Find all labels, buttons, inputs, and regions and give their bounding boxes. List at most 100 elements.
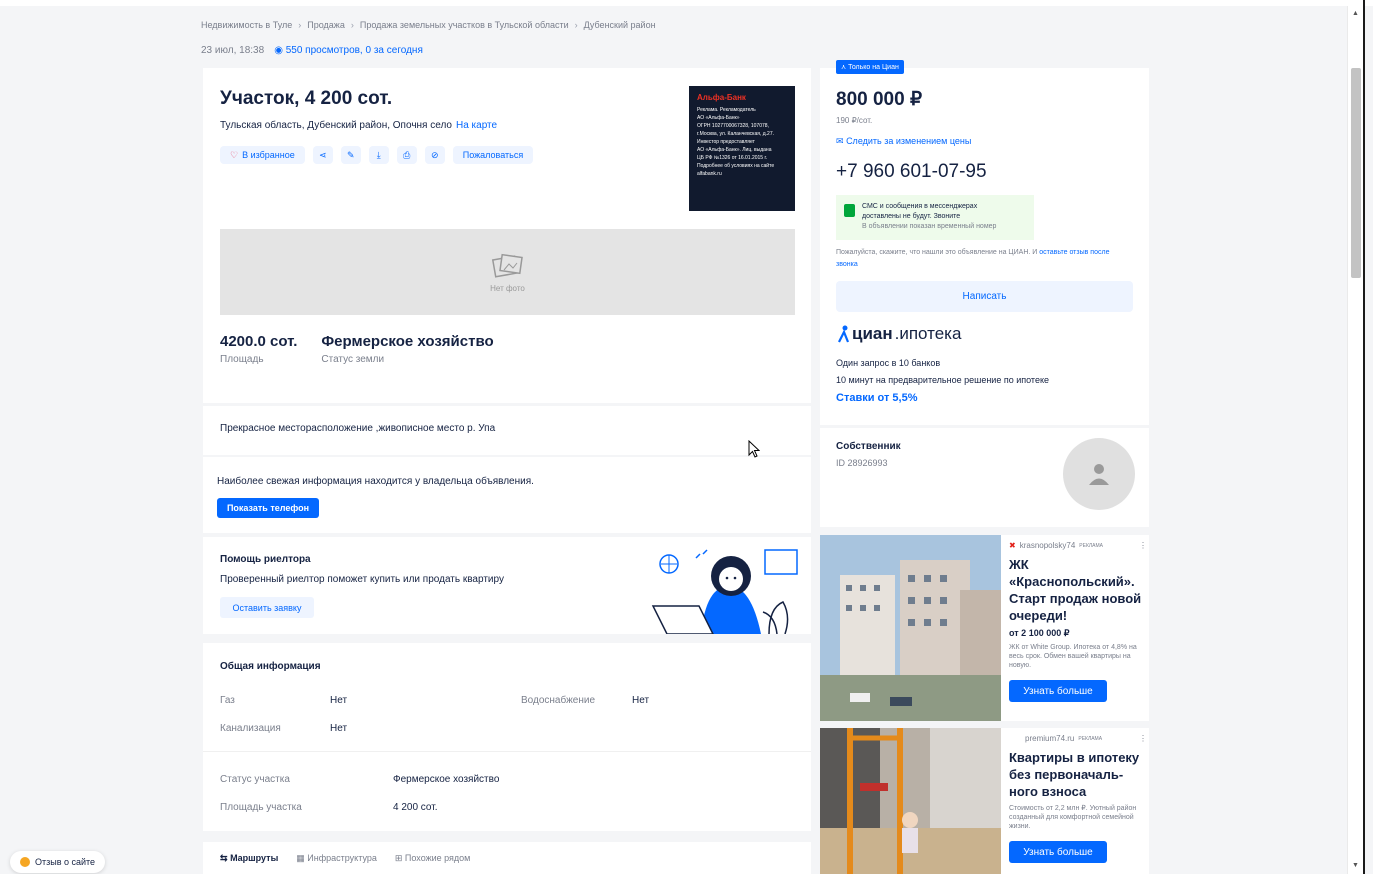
general-info-card: Общая информация Газ Нет Водоснабжение Н… — [203, 643, 811, 831]
ad-source: premium74.ru РЕКЛАМА ⋮ — [1009, 734, 1147, 743]
spec-item: Фермерское хозяйство Статус земли — [321, 333, 493, 365]
watch-price-link[interactable]: ✉ Следить за изменением цены — [836, 136, 971, 147]
no-photo-icon — [491, 253, 523, 278]
bank-ad-banner[interactable]: Альфа-Банк Реклама. Рекламодатель АО «Ал… — [689, 86, 795, 211]
spec-label: Статус земли — [321, 354, 385, 365]
ad-source-name: premium74.ru — [1025, 734, 1075, 743]
download-button[interactable]: ⤓ — [368, 146, 389, 164]
spec-list: 4200.0 сот. Площадь Фермерское хозяйство С… — [220, 333, 494, 365]
spec-item: 4200.0 сот. Площадь — [220, 333, 297, 365]
phone-number[interactable]: +7 960 601-07-95 — [836, 161, 987, 183]
breadcrumb-item[interactable]: Недвижимость в Туле — [201, 20, 292, 30]
water-label: Водоснабжение — [521, 695, 596, 706]
mortgage-rates-link[interactable]: Ставки от 5,5% — [836, 392, 918, 404]
owner-id: ID 28926993 — [836, 458, 888, 468]
no-photo-label: Нет фото — [490, 283, 525, 293]
contact-card: Наиболее свежая информация находится у в… — [203, 457, 811, 533]
gas-value: Нет — [330, 695, 348, 706]
hide-button[interactable]: ⊘ — [424, 146, 445, 164]
ad-tag: РЕКЛАМА — [1078, 735, 1103, 742]
ad-description: Стоимость от 2,2 млн ₽. Уютный район соз… — [1009, 805, 1137, 830]
write-button[interactable]: Написать — [836, 281, 1133, 312]
tab-infrastructure[interactable]: ▦ Инфраструктура — [296, 853, 377, 864]
map-link[interactable]: На карте — [456, 120, 497, 131]
breadcrumb-item[interactable]: Дубенский район — [584, 20, 656, 30]
eye-icon: ◉ — [274, 45, 283, 56]
scrollbar-thumb[interactable] — [1351, 68, 1361, 278]
contact-info-text: Наиболее свежая информация находится у в… — [217, 476, 534, 487]
bank-ad-line: ЦБ РФ №1326 от 16.01.2015 г. — [697, 155, 768, 161]
address: Тульская область, Дубенский район, Опочн… — [220, 120, 497, 131]
description-card: Прекрасное месторасположение ,живописное… — [203, 406, 811, 455]
bank-ad-line: alfabank.ru — [697, 171, 722, 177]
tab-label: Маршруты — [230, 852, 279, 863]
ad-tag: РЕКЛАМА — [1079, 542, 1103, 549]
sewer-label: Канализация — [220, 723, 281, 734]
plot-status-value: Фермерское хозяйство — [393, 774, 500, 785]
owner-name: Собственник — [836, 441, 901, 452]
tab-similar[interactable]: ⊞ Похожие рядом — [395, 853, 471, 864]
section-divider — [203, 751, 811, 752]
scroll-down-icon[interactable]: ▼ — [1352, 862, 1359, 869]
price: 800 000 ₽ — [836, 89, 923, 110]
pencil-icon: ✎ — [346, 149, 355, 160]
realtor-title: Помощь риелтора — [220, 554, 311, 565]
ad-card[interactable]: premium74.ru РЕКЛАМА ⋮ Квартиры в ипотеку … — [820, 728, 1149, 874]
ad-source: ✖ krasnopolsky74 РЕКЛАМА ⋮ — [1009, 541, 1147, 550]
share-icon: ⋖ — [318, 149, 327, 160]
breadcrumb-item[interactable]: Продажа земельных участков в Тульской об… — [360, 20, 569, 30]
leave-request-button[interactable]: Оставить заявку — [220, 597, 314, 618]
owner-card: Собственник ID 28926993 — [820, 428, 1149, 527]
ad-title: Квартиры в ипотеку без первоначаль-ного … — [1009, 750, 1140, 799]
complain-button[interactable]: Пожаловаться — [452, 146, 534, 164]
cian-mortgage-logo[interactable]: циан .ипотека — [836, 324, 961, 344]
show-phone-button[interactable]: Показать телефон — [217, 498, 319, 518]
mouse-cursor-icon — [748, 440, 760, 458]
top-strip — [0, 0, 1373, 6]
avatar — [1063, 438, 1135, 510]
ad-description: ЖК от White Group. Ипотека от 4,8% на ве… — [1009, 644, 1137, 669]
tab-label: Похожие рядом — [404, 852, 471, 863]
tab-routes[interactable]: ⇆ Маршруты — [220, 853, 278, 864]
call-hint-text: Пожалуйста, скажите, что нашли это объяв… — [836, 249, 1040, 256]
ad-price: от 2 100 000 ₽ — [1009, 628, 1070, 638]
scrollbar[interactable]: ▲ ▼ — [1347, 6, 1363, 874]
window-edge — [1363, 0, 1365, 874]
views-link[interactable]: ◉ 550 просмотров, 0 за сегодня — [274, 45, 423, 56]
heart-icon: ♡ — [230, 149, 239, 160]
cian-promo-line: Один запрос в 10 банков — [836, 358, 941, 368]
edit-button[interactable]: ✎ — [340, 146, 361, 164]
building-icon: ▦ — [296, 852, 305, 863]
feedback-button[interactable]: Отзыв о сайте — [10, 851, 106, 873]
smile-icon — [20, 857, 30, 867]
learn-more-button[interactable]: Узнать больше — [1009, 680, 1107, 702]
grid-icon: ⊞ — [394, 852, 403, 863]
more-icon[interactable]: ⋮ — [1139, 734, 1147, 743]
bank-ad-line: ОГРН 1027700067328, 107078, — [697, 123, 769, 129]
favorite-label: В избранное — [242, 150, 295, 160]
learn-more-button[interactable]: Узнать больше — [1009, 841, 1107, 863]
map-tabs: ⇆ Маршруты ▦ Инфраструктура ⊞ Похожие ря… — [203, 842, 811, 874]
listing-header-card: Участок, 4 200 сот. Тульская область, Ду… — [203, 68, 811, 403]
gas-label: Газ — [220, 695, 235, 706]
price-card: ⋏ Только на Циан 800 000 ₽ 190 ₽/сот. ✉ … — [820, 60, 1149, 425]
bank-ad-line: Подробнее об условиях на сайте — [697, 163, 775, 169]
breadcrumb-item[interactable]: Продажа — [307, 20, 345, 30]
share-button[interactable]: ⋖ — [312, 146, 333, 164]
breadcrumb-separator: › — [574, 20, 578, 30]
ad-card[interactable]: ✖ krasnopolsky74 РЕКЛАМА ⋮ ЖК «Краснопольск… — [820, 535, 1149, 721]
publish-date: 23 июл, 18:38 — [201, 45, 265, 56]
more-icon[interactable]: ⋮ — [1139, 541, 1147, 550]
favorite-button[interactable]: ♡ В избранное — [220, 146, 305, 164]
bank-logo: Альфа-Банк — [697, 93, 746, 102]
bank-ad-line: Инвестор предоставляет — [697, 139, 755, 145]
print-icon: ⎙ — [403, 149, 411, 160]
scroll-up-icon[interactable]: ▲ — [1352, 10, 1359, 17]
hide-icon: ⊘ — [430, 149, 439, 160]
print-button[interactable]: ⎙ — [396, 146, 417, 164]
download-icon: ⤓ — [376, 149, 381, 160]
tab-label: Инфраструктура — [307, 852, 377, 863]
description-text: Прекрасное месторасположение ,живописное… — [220, 423, 496, 434]
listing-meta: 23 июл, 18:38 ◉ 550 просмотров, 0 за сег… — [201, 45, 423, 56]
call-hint: Пожалуйста, скажите, что нашли это объяв… — [836, 247, 1132, 271]
